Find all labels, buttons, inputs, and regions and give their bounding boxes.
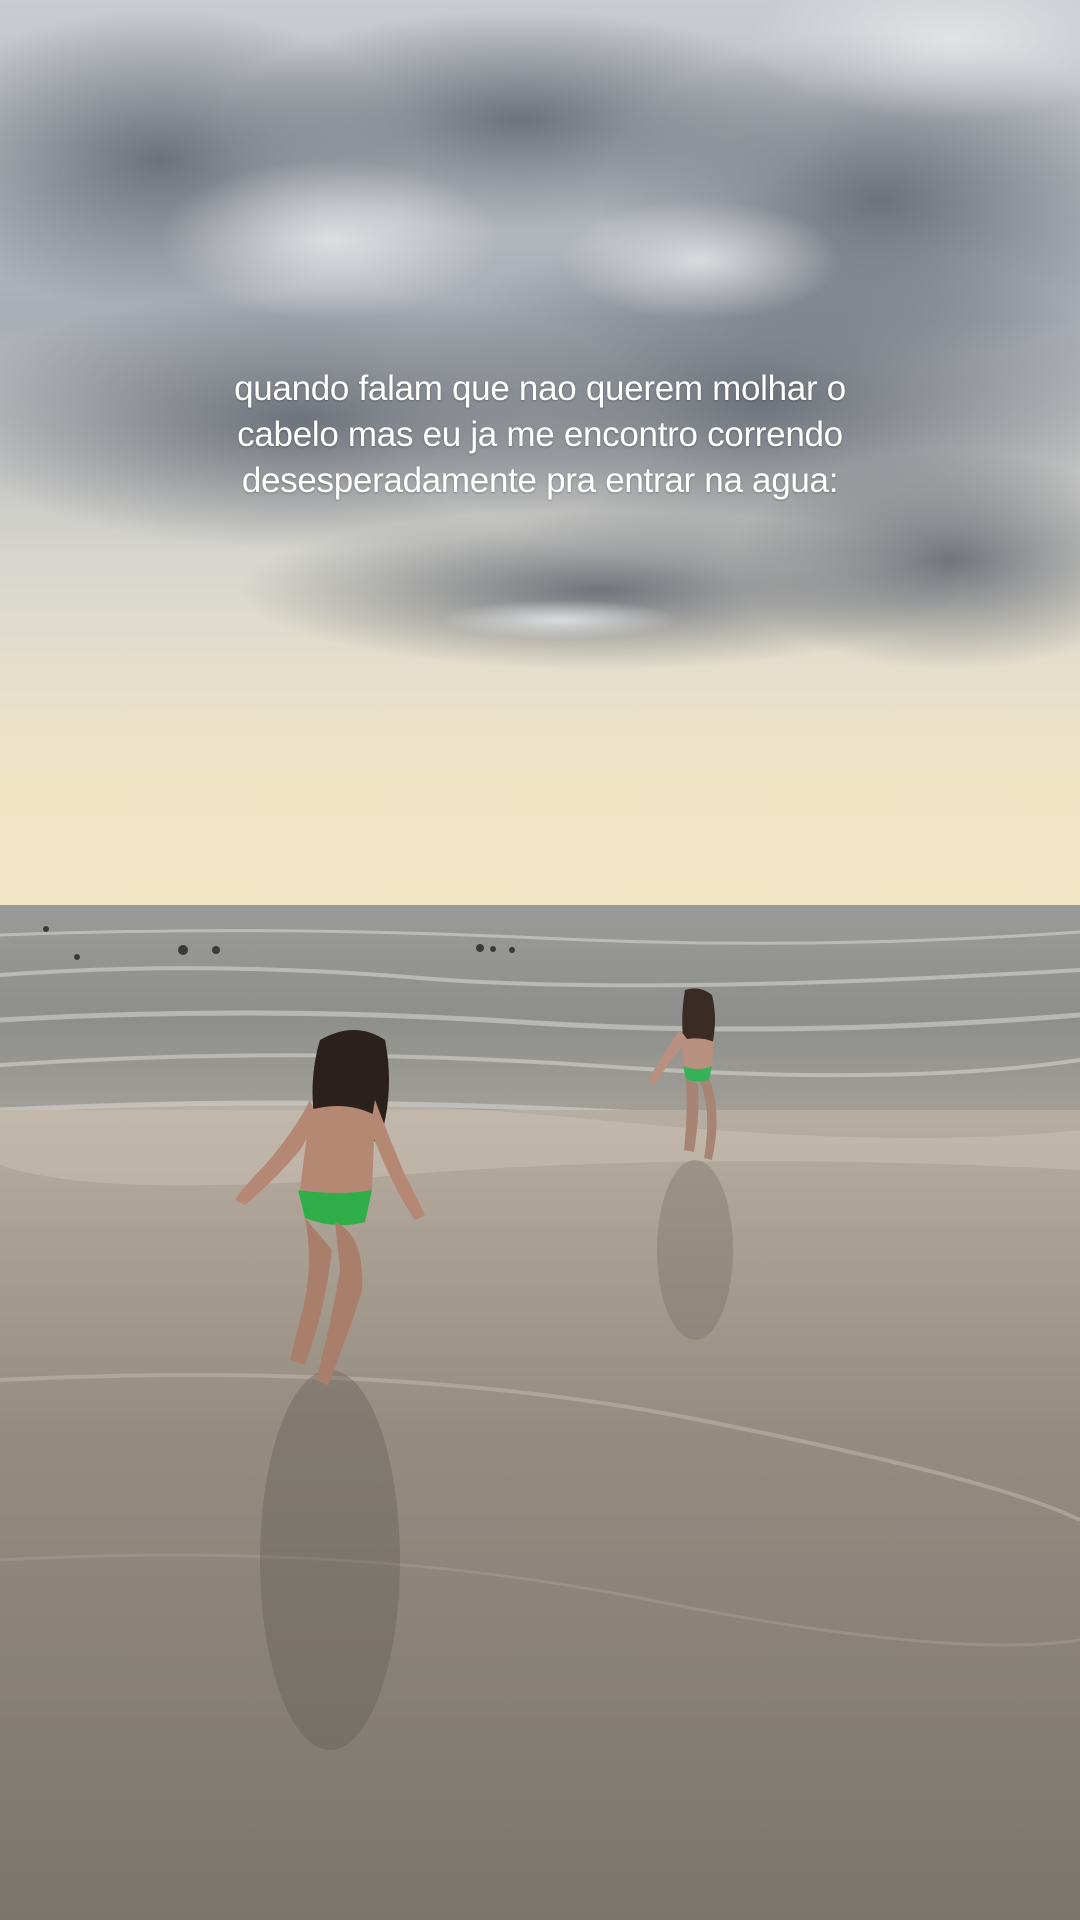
caption-line-2: cabelo mas eu ja me encontro correndo (237, 415, 843, 454)
caption-line-3: desesperadamente pra entrar na agua: (241, 461, 839, 500)
beach-scene-image (0, 0, 1080, 1920)
caption-line-1: quando falam que nao querem molhar o (234, 369, 846, 408)
video-caption-overlay: quando falam que nao querem molhar o cab… (140, 366, 940, 504)
video-frame[interactable]: quando falam que nao querem molhar o cab… (0, 0, 1080, 1920)
